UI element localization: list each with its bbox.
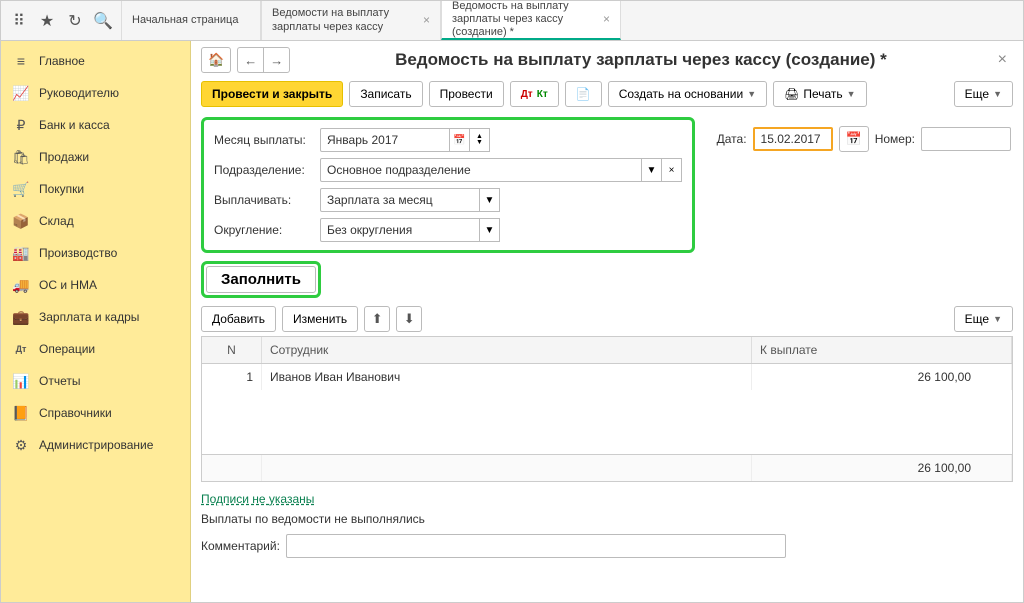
- col-n[interactable]: N: [202, 337, 262, 363]
- apps-icon[interactable]: ⠿: [9, 11, 29, 31]
- sidebar-item-manager[interactable]: 📈Руководителю: [1, 77, 190, 109]
- sidebar-item-production[interactable]: 🏭Производство: [1, 237, 190, 269]
- sidebar-item-sales[interactable]: 🛍Продажи: [1, 141, 190, 173]
- back-button[interactable]: ←: [237, 47, 263, 73]
- sidebar-item-stock[interactable]: 📦Склад: [1, 205, 190, 237]
- move-up-button[interactable]: ⬆: [364, 306, 390, 332]
- round-label: Округление:: [214, 223, 314, 237]
- comment-field[interactable]: [286, 534, 786, 558]
- month-label: Месяц выплаты:: [214, 133, 314, 147]
- history-icon[interactable]: ↻: [65, 11, 85, 31]
- box-icon: 📦: [13, 213, 29, 229]
- more-button[interactable]: Еще ▼: [954, 81, 1013, 107]
- sidebar-item-operations[interactable]: ДтОперации: [1, 333, 190, 365]
- pay-label: Выплачивать:: [214, 193, 314, 207]
- sidebar-item-bank[interactable]: ₽Банк и касса: [1, 109, 190, 141]
- cell-employee: Иванов Иван Иванович: [262, 364, 752, 390]
- round-field[interactable]: Без округления: [320, 218, 480, 242]
- chevron-down-icon: ▼: [993, 314, 1002, 324]
- star-icon[interactable]: ★: [37, 11, 57, 31]
- sidebar-item-salary[interactable]: 💼Зарплата и кадры: [1, 301, 190, 333]
- close-icon[interactable]: ×: [417, 13, 430, 27]
- book-icon: 📙: [13, 405, 29, 421]
- pay-field[interactable]: Зарплата за месяц: [320, 188, 480, 212]
- dept-label: Подразделение:: [214, 163, 314, 177]
- form-highlight-area: Месяц выплаты: Январь 2017 📅 ▲▼ Подразде…: [201, 117, 695, 253]
- dtk-icon: Дт: [13, 341, 29, 357]
- table-more-button[interactable]: Еще ▼: [954, 306, 1013, 332]
- cell-payout: 26 100,00: [752, 364, 1012, 390]
- sidebar-item-reports[interactable]: 📊Отчеты: [1, 365, 190, 397]
- report-icon: 📊: [13, 373, 29, 389]
- sidebar-item-assets[interactable]: 🚚ОС и НМА: [1, 269, 190, 301]
- number-label: Номер:: [875, 132, 915, 146]
- comment-label: Комментарий:: [201, 539, 280, 553]
- page-title: Ведомость на выплату зарплаты через касс…: [296, 50, 985, 70]
- move-down-button[interactable]: ⬇: [396, 306, 422, 332]
- total-payout: 26 100,00: [752, 455, 1012, 481]
- chevron-down-icon: ▼: [847, 89, 856, 99]
- chevron-down-icon: ▼: [747, 89, 756, 99]
- date-field[interactable]: 15.02.2017: [753, 127, 833, 151]
- bag-icon: 🛍: [13, 149, 29, 165]
- factory-icon: 🏭: [13, 245, 29, 261]
- tab-home[interactable]: Начальная страница: [121, 1, 261, 40]
- dept-dropdown-button[interactable]: ▼: [642, 158, 662, 182]
- chart-icon: 📈: [13, 85, 29, 101]
- cart-icon: 🛒: [13, 181, 29, 197]
- sidebar: ≡Главное 📈Руководителю ₽Банк и касса 🛍Пр…: [1, 41, 191, 602]
- table-row[interactable]: 1 Иванов Иван Иванович 26 100,00: [202, 364, 1012, 390]
- fill-button[interactable]: Заполнить: [206, 266, 316, 293]
- save-button[interactable]: Записать: [349, 81, 422, 107]
- menu-icon: ≡: [13, 53, 29, 69]
- create-based-button[interactable]: Создать на основании ▼: [608, 81, 767, 107]
- pay-dropdown-button[interactable]: ▼: [480, 188, 500, 212]
- cell-n: 1: [202, 364, 262, 390]
- dept-field[interactable]: Основное подразделение: [320, 158, 642, 182]
- edit-row-button[interactable]: Изменить: [282, 306, 358, 332]
- main-content: 🏠 ← → Ведомость на выплату зарплаты чере…: [191, 41, 1023, 602]
- gear-icon: ⚙: [13, 437, 29, 453]
- close-icon[interactable]: ×: [597, 12, 610, 26]
- sidebar-item-admin[interactable]: ⚙Администрирование: [1, 429, 190, 461]
- number-field[interactable]: [921, 127, 1011, 151]
- month-pick-button[interactable]: 📅: [450, 128, 470, 152]
- truck-icon: 🚚: [13, 277, 29, 293]
- top-bar: ⠿ ★ ↻ 🔍 Начальная страница Ведомости на …: [1, 1, 1023, 41]
- tab-current[interactable]: Ведомость на выплату зарплаты через касс…: [441, 1, 621, 40]
- chevron-down-icon: ▼: [993, 89, 1002, 99]
- forward-button[interactable]: →: [263, 47, 290, 73]
- sidebar-item-purchases[interactable]: 🛒Покупки: [1, 173, 190, 205]
- ruble-icon: ₽: [13, 117, 29, 133]
- tab-list[interactable]: Ведомости на выплату зарплаты через касс…: [261, 1, 441, 40]
- col-payout[interactable]: К выплате: [752, 337, 1012, 363]
- signatures-link[interactable]: Подписи не указаны: [201, 492, 314, 506]
- print-button[interactable]: 🖨 Печать ▼: [773, 81, 866, 107]
- post-and-close-button[interactable]: Провести и закрыть: [201, 81, 343, 107]
- col-employee[interactable]: Сотрудник: [262, 337, 752, 363]
- payout-status: Выплаты по ведомости не выполнялись: [201, 512, 1013, 526]
- post-button[interactable]: Провести: [429, 81, 504, 107]
- month-spin-button[interactable]: ▲▼: [470, 128, 490, 152]
- home-button[interactable]: 🏠: [201, 47, 231, 73]
- add-row-button[interactable]: Добавить: [201, 306, 276, 332]
- search-icon[interactable]: 🔍: [93, 11, 113, 31]
- dept-clear-button[interactable]: ×: [662, 158, 682, 182]
- month-field[interactable]: Январь 2017: [320, 128, 450, 152]
- sidebar-item-refs[interactable]: 📙Справочники: [1, 397, 190, 429]
- attach-button[interactable]: 📄: [565, 81, 602, 107]
- round-dropdown-button[interactable]: ▼: [480, 218, 500, 242]
- dtk-button[interactable]: ДтКт: [510, 81, 559, 107]
- date-label: Дата:: [717, 132, 747, 146]
- sidebar-item-main[interactable]: ≡Главное: [1, 45, 190, 77]
- calendar-button[interactable]: 📅: [839, 126, 869, 152]
- employees-table: N Сотрудник К выплате 1 Иванов Иван Иван…: [201, 336, 1013, 482]
- close-page-button[interactable]: ×: [992, 51, 1013, 69]
- briefcase-icon: 💼: [13, 309, 29, 325]
